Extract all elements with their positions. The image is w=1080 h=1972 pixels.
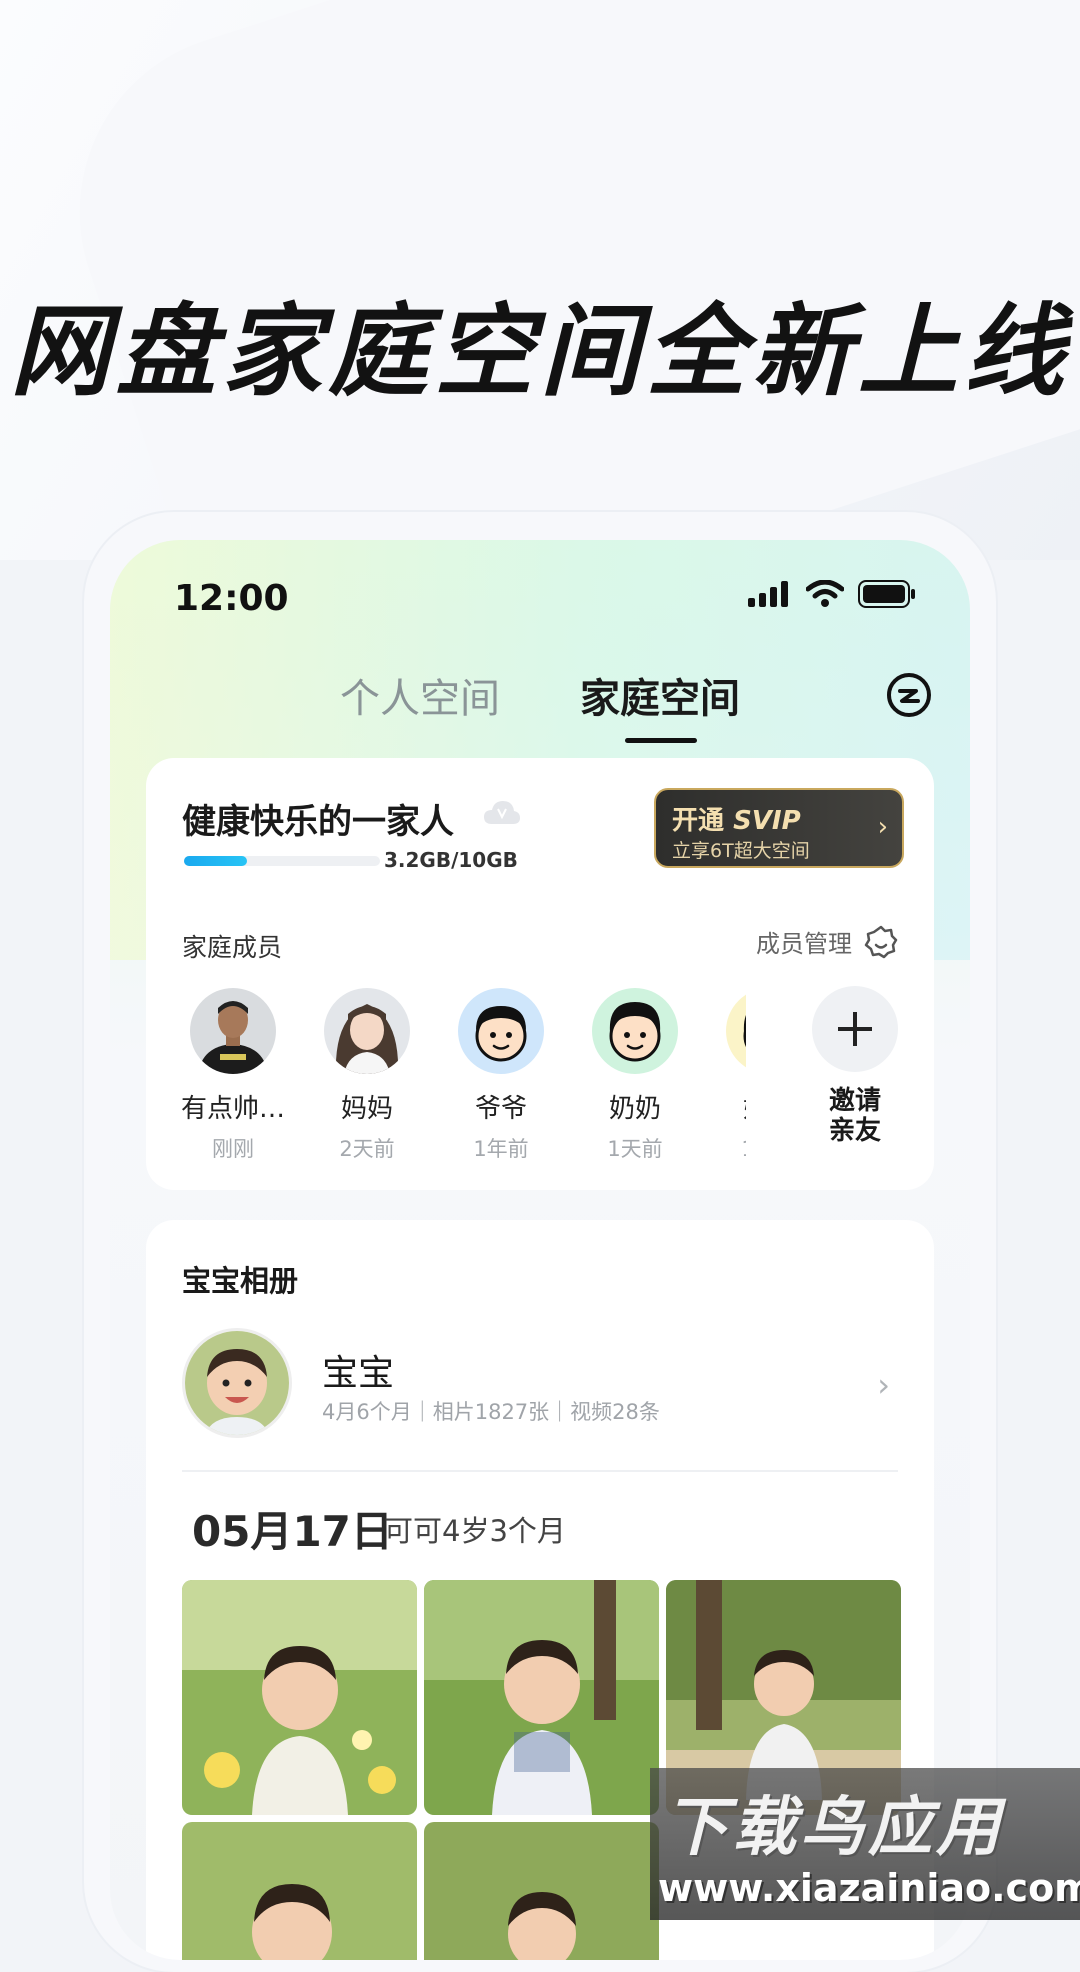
member-name: 奶奶 (608, 1094, 661, 1124)
cloud-icon (484, 801, 520, 824)
tab-personal-space[interactable]: 个人空间 (340, 666, 500, 724)
tab-family-space[interactable]: 家庭空间 (580, 666, 740, 724)
baby-album-stats: 4月6个月｜相片1827张｜视频28条 (322, 1400, 660, 1424)
status-icons (748, 580, 916, 608)
status-time: 12:00 (174, 578, 289, 619)
svip-title-prefix: 开通 (672, 806, 725, 836)
chevron-right-icon: › (877, 812, 888, 842)
baby-avatar[interactable] (182, 1328, 292, 1438)
battery-icon (858, 580, 915, 608)
plus-icon (812, 986, 898, 1072)
member-avatar (592, 988, 678, 1074)
baby-age: 可可4岁3个月 (384, 1514, 566, 1548)
family-members-label: 家庭成员 (182, 933, 283, 962)
promo-headline: 网盘家庭空间全新上线 (10, 293, 1070, 410)
wifi-icon (806, 580, 844, 607)
space-tabs: 个人空间 家庭空间 (110, 666, 970, 756)
member-name: 爷爷 (474, 1094, 527, 1124)
member-avatar (190, 988, 276, 1074)
album-title: 宝宝相册 (182, 1264, 299, 1298)
family-space-name: 健康快乐的一家人 (182, 802, 454, 842)
chevron-right-icon[interactable]: › (877, 1366, 890, 1404)
signal-icon (748, 581, 788, 607)
member-management-button[interactable]: 成员管理 (756, 924, 898, 959)
album-photo[interactable] (424, 1580, 659, 1815)
member-avatar (324, 988, 410, 1074)
member-last-active: 2天前 (339, 1137, 395, 1161)
storage-usage-text: 3.2GB/10GB (384, 848, 518, 872)
album-photo[interactable] (182, 1822, 417, 1960)
active-tab-indicator (625, 738, 697, 743)
member-item[interactable]: 奶奶 1天前 (568, 988, 702, 1163)
svip-upgrade-button[interactable]: 开通 SVIP 立享6T超大空间 › (654, 788, 904, 868)
storage-progress-bar (184, 856, 380, 866)
album-date: 05月17日 (192, 1507, 393, 1556)
watermark: 下载鸟应用 www.xiazainiao.com (650, 1768, 1080, 1920)
album-photo[interactable] (182, 1580, 417, 1815)
baby-name: 宝宝 (322, 1353, 395, 1394)
member-item[interactable]: 妈妈 2天前 (300, 988, 434, 1163)
members-list: 有点帅… 刚刚 妈妈 2天前 爷爷 1年前 奶奶 1天前 (166, 988, 746, 1178)
family-space-card: 健康快乐的一家人 3.2GB/10GB 开通 SVIP 立享6T超大空间 › 家… (146, 758, 934, 1190)
gear-icon (864, 925, 898, 958)
storage-progress-fill (184, 856, 247, 866)
member-item[interactable]: 有点帅… 刚刚 (166, 988, 300, 1163)
member-last-active: 1年前 (473, 1137, 529, 1161)
invite-friends-button[interactable]: 邀请亲友 (800, 986, 910, 1146)
brand-icon[interactable] (886, 672, 932, 718)
member-avatar (726, 988, 746, 1074)
member-avatar (458, 988, 544, 1074)
member-name: 有点帅… (180, 1094, 285, 1124)
member-item[interactable]: 爷爷 1年前 (434, 988, 568, 1163)
member-last-active: 刚刚 (212, 1137, 254, 1161)
watermark-title: 下载鸟应用 (664, 1791, 1004, 1865)
member-item[interactable]: 奶奶 1天前 (702, 988, 746, 1163)
phone-screen: 12:00 个人空间 家庭空间 健康快乐的一家人 3.2GB/10GB 开通 S… (110, 540, 970, 1960)
svip-brand: SVIP (733, 806, 801, 836)
invite-friends-label: 邀请亲友 (828, 1086, 881, 1146)
watermark-url: www.xiazainiao.com (658, 1866, 1080, 1910)
member-name: 奶奶 (702, 1088, 746, 1125)
member-management-label: 成员管理 (756, 930, 852, 958)
svip-subtitle: 立享6T超大空间 (672, 840, 810, 862)
member-last-active: 1天前 (607, 1137, 663, 1161)
divider (182, 1470, 898, 1472)
album-photo[interactable] (424, 1822, 659, 1960)
member-last-active: 1天前 (702, 1133, 746, 1163)
svip-title: 开通 SVIP (672, 800, 801, 837)
member-name: 妈妈 (340, 1094, 393, 1124)
